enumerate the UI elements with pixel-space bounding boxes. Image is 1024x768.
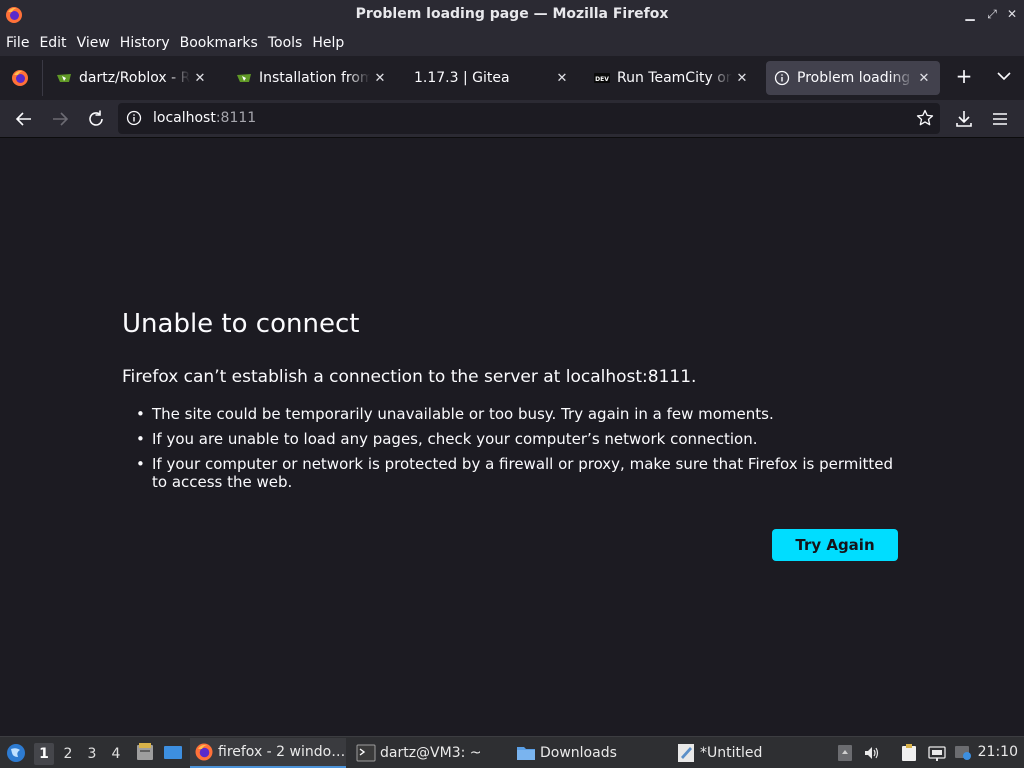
archive-manager-icon[interactable] (135, 742, 155, 762)
menu-edit[interactable]: Edit (39, 35, 66, 51)
url-port: :8111 (215, 110, 257, 126)
task-text-editor[interactable]: *Untitled (672, 738, 822, 768)
hamburger-menu-icon[interactable] (989, 108, 1011, 130)
tab-gitea-release[interactable]: 1.17.3 | Gitea ✕ (406, 61, 578, 95)
tab-teamcity[interactable]: DEV Run TeamCity on Docker ✕ (586, 61, 758, 95)
workspace-3[interactable]: 3 (82, 743, 102, 765)
try-again-button[interactable]: Try Again (772, 529, 898, 561)
app-menu-icon[interactable] (6, 743, 26, 763)
update-notifier-icon[interactable] (954, 744, 972, 762)
tab-label: dartz/Roblox - Roblox (79, 70, 190, 86)
task-file-manager[interactable]: Downloads (512, 738, 662, 768)
menu-view[interactable]: View (77, 35, 110, 51)
task-label: dartz@VM3: ~ (380, 745, 482, 761)
show-desktop-icon[interactable] (163, 743, 183, 763)
downloads-icon[interactable] (953, 108, 975, 130)
text-editor-icon (678, 744, 694, 762)
info-icon (774, 70, 790, 86)
task-terminal[interactable]: dartz@VM3: ~ (352, 738, 502, 768)
minimize-icon[interactable]: ▁ (962, 6, 978, 22)
tab-problem-loading[interactable]: Problem loading page ✕ (766, 61, 940, 95)
list-item: If your computer or network is protected… (136, 455, 906, 491)
menu-bar: File Edit View History Bookmarks Tools H… (0, 30, 1024, 56)
firefox-icon (195, 743, 213, 761)
volume-icon[interactable] (863, 744, 881, 762)
close-tab-icon[interactable]: ✕ (734, 71, 750, 86)
close-window-icon[interactable]: ✕ (1004, 6, 1020, 22)
tab-label: Problem loading page (797, 70, 914, 86)
close-tab-icon[interactable]: ✕ (554, 71, 570, 86)
url-text[interactable]: localhost:8111 (153, 110, 256, 126)
task-firefox[interactable]: firefox - 2 windo… (190, 738, 346, 768)
menu-bookmarks[interactable]: Bookmarks (180, 35, 258, 51)
menu-tools[interactable]: Tools (268, 35, 303, 51)
reload-icon[interactable] (85, 108, 107, 130)
error-page: Unable to connect Firefox can’t establis… (0, 139, 1024, 736)
menu-history[interactable]: History (120, 35, 170, 51)
network-icon[interactable] (928, 744, 946, 762)
url-host: localhost (153, 110, 216, 126)
restore-icon[interactable]: ⤢ (984, 6, 1000, 22)
firefox-view-icon[interactable] (8, 66, 32, 90)
window-titlebar: Problem loading page — Mozilla Firefox ▁… (0, 0, 1024, 30)
workspace-2[interactable]: 2 (58, 743, 78, 765)
tab-divider (42, 60, 43, 96)
back-arrow-icon[interactable] (13, 108, 35, 130)
task-label: Downloads (540, 745, 617, 761)
list-item: The site could be temporarily unavailabl… (136, 405, 906, 423)
svg-text:DEV: DEV (595, 76, 609, 83)
gitea-icon (237, 74, 251, 82)
folder-icon (517, 747, 535, 760)
close-tab-icon[interactable]: ✕ (192, 71, 208, 86)
error-title: Unable to connect (122, 309, 360, 339)
workspace-4[interactable]: 4 (106, 743, 126, 765)
tab-label: 1.17.3 | Gitea (414, 70, 510, 86)
tab-label: Installation from binary (259, 70, 370, 86)
site-info-icon[interactable] (126, 110, 142, 126)
forward-arrow-icon[interactable] (49, 108, 71, 130)
list-item: If you are unable to load any pages, che… (136, 430, 906, 448)
tab-roblox[interactable]: dartz/Roblox - Roblox ✕ (48, 61, 216, 95)
terminal-icon (356, 744, 376, 762)
clipboard-icon[interactable] (900, 744, 918, 762)
window-title: Problem loading page — Mozilla Firefox (355, 6, 669, 22)
gitea-icon (57, 74, 71, 82)
tab-strip: dartz/Roblox - Roblox ✕ Installation fro… (0, 56, 1024, 100)
menu-file[interactable]: File (6, 35, 29, 51)
close-tab-icon[interactable]: ✕ (372, 71, 388, 86)
close-tab-icon[interactable]: ✕ (916, 71, 932, 86)
error-suggestions: The site could be temporarily unavailabl… (136, 405, 906, 498)
task-label: firefox - 2 windo… (218, 744, 346, 760)
dev-icon: DEV (594, 73, 610, 83)
bookmark-star-icon[interactable] (916, 109, 934, 127)
error-short-desc: Firefox can’t establish a connection to … (122, 367, 697, 387)
workspace-1[interactable]: 1 (34, 743, 54, 765)
clock[interactable]: 21:10 (978, 744, 1018, 760)
menu-help[interactable]: Help (312, 35, 344, 51)
nav-bar: localhost:8111 (0, 100, 1024, 138)
task-label: *Untitled (700, 745, 763, 761)
taskbar: 1 2 3 4 firefox - 2 windo… dartz@VM3: ~ … (0, 736, 1024, 768)
url-bar[interactable]: localhost:8111 (118, 103, 940, 134)
clipboard-up-icon[interactable] (836, 744, 854, 762)
tab-label: Run TeamCity on Docker (617, 70, 732, 86)
tab-installation[interactable]: Installation from binary ✕ (228, 61, 396, 95)
new-tab-icon[interactable]: + (952, 64, 976, 88)
chevron-down-icon[interactable] (994, 66, 1014, 86)
